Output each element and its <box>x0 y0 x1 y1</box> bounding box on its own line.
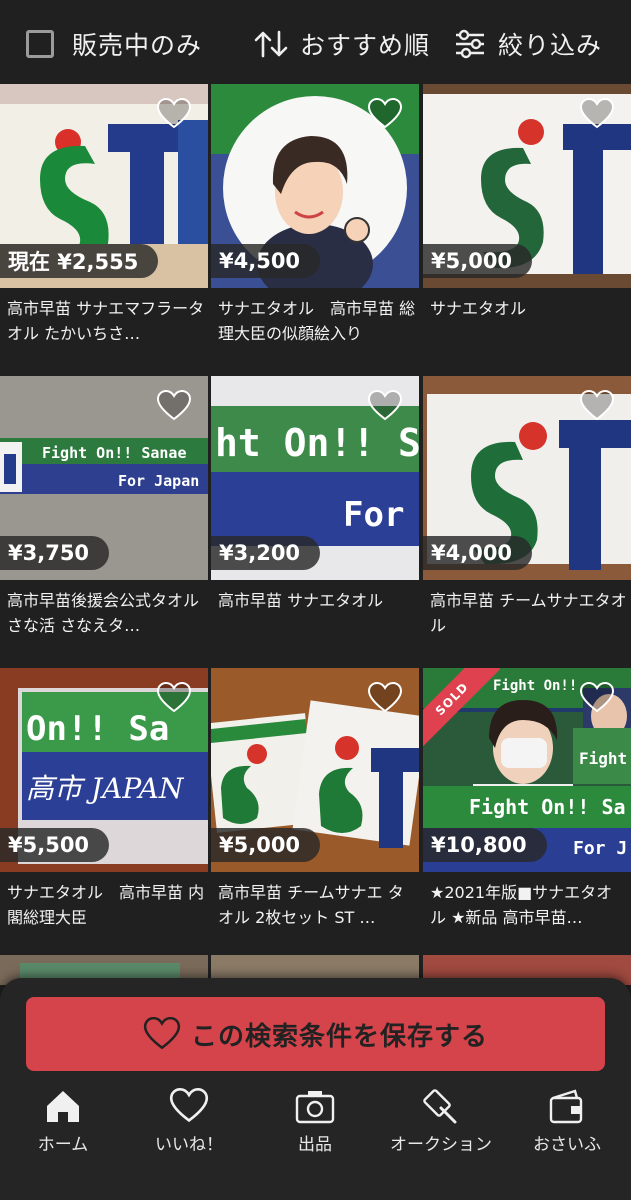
heart-outline-icon <box>579 98 615 129</box>
product-image[interactable]: 現在 ¥2,555 <box>0 84 208 288</box>
product-title: 高市早苗後援会公式タオル さな活 さなえタ… <box>7 591 205 635</box>
product-image[interactable]: ¥5,000 <box>423 84 631 288</box>
price-badge: ¥5,000 <box>423 244 533 278</box>
price-badge: ¥3,750 <box>0 536 110 570</box>
gavel-icon <box>423 1089 457 1124</box>
heart-outline-icon <box>143 1017 181 1050</box>
heart-outline-icon <box>579 390 615 421</box>
price-badge: ¥3,200 <box>211 536 321 570</box>
product-image[interactable]: On!! Sa 高市 JAPAN ¥5,500 <box>0 668 208 872</box>
heart-outline-icon <box>579 682 615 713</box>
nav-item-wallet[interactable]: おさいふ <box>504 1088 630 1155</box>
towel-print: On!! Sa <box>26 709 169 749</box>
product-image[interactable]: Fight On!! Fight On!! Sa For J Fight SOL… <box>423 668 631 872</box>
product-image[interactable]: Fight On!! Sanae For Japan ¥3,750 <box>0 376 208 580</box>
nav-item-likes[interactable]: いいね！ <box>126 1088 252 1155</box>
like-button[interactable] <box>154 96 194 132</box>
nav-label: おさいふ <box>533 1135 601 1155</box>
on-sale-only-checkbox[interactable] <box>26 30 54 58</box>
towel-print: For Japan <box>118 472 199 490</box>
home-icon <box>47 1091 79 1122</box>
towel-print: Fight On!! <box>493 678 577 694</box>
refine-label: 絞り込み <box>498 31 603 60</box>
save-search-label: この検索条件を保存する <box>190 1021 488 1052</box>
product-title: 高市早苗 チームサナエ タオル 2枚セット ST … <box>218 883 404 927</box>
price-badge: ¥5,500 <box>0 828 110 862</box>
heart-outline-icon <box>156 98 192 129</box>
bottom-panel: この検索条件を保存する ホーム いいね！ 出品 オークション おさいふ <box>0 978 631 1200</box>
price-badge: ¥4,000 <box>423 536 533 570</box>
like-button[interactable] <box>365 96 405 132</box>
product-title: サナエタオル 高市早苗 総理大臣の似顔絵入り <box>218 299 416 343</box>
towel-print: 高市 JAPAN <box>26 772 185 805</box>
towel-print: ht On!! Sa <box>215 421 419 465</box>
towel-print: Fight On!! Sanae <box>42 444 187 462</box>
price-badge: ¥4,500 <box>211 244 321 278</box>
refine-button[interactable]: 絞り込み <box>454 26 602 62</box>
heart-outline-icon <box>156 390 192 421</box>
like-button[interactable] <box>577 96 617 132</box>
product-image[interactable]: ¥5,000 <box>211 668 419 872</box>
price-badge: ¥10,800 <box>423 828 547 862</box>
nav-label: 出品 <box>298 1135 332 1155</box>
price-badge: 現在 ¥2,555 <box>0 244 159 278</box>
product-image[interactable]: ht On!! Sa For ¥3,200 <box>211 376 419 580</box>
nav-label: ホーム <box>37 1135 89 1155</box>
filter-bar: 販売中のみ おすすめ順 絞り込み <box>0 0 631 84</box>
towel-print: For <box>343 495 404 535</box>
like-button[interactable] <box>577 680 617 716</box>
like-button[interactable] <box>577 388 617 424</box>
nav-item-auction[interactable]: オークション <box>378 1088 504 1155</box>
product-title: サナエタオル 高市早苗 内閣総理大臣 <box>7 883 205 927</box>
sort-button[interactable]: おすすめ順 <box>254 26 430 62</box>
product-title: サナエタオル <box>430 299 527 318</box>
heart-outline-icon <box>367 98 403 129</box>
product-title: 高市早苗 サナエタオル <box>218 591 384 610</box>
product-image[interactable]: ¥4,500 <box>211 84 419 288</box>
towel-print: Fight On!! Sa <box>469 795 626 819</box>
nav-label: オークション <box>390 1135 492 1155</box>
on-sale-only-toggle[interactable]: 販売中のみ <box>26 26 202 62</box>
camera-icon <box>295 1091 335 1124</box>
product-title: 高市早苗 サナエマフラータオル たかいちさ… <box>7 299 205 343</box>
product-image[interactable]: ¥4,000 <box>423 376 631 580</box>
sort-icon <box>254 30 288 58</box>
on-sale-only-label: 販売中のみ <box>72 31 203 60</box>
product-title: 高市早苗 チームサナエタオル <box>430 591 627 635</box>
nav-item-sell[interactable]: 出品 <box>252 1088 378 1155</box>
heart-outline-icon <box>367 682 403 713</box>
towel-print: For J <box>573 838 627 859</box>
wallet-icon <box>549 1089 583 1124</box>
save-search-button[interactable]: この検索条件を保存する <box>26 997 605 1071</box>
towel-print: Fight <box>579 749 627 768</box>
bottom-nav: ホーム いいね！ 出品 オークション おさいふ <box>0 1088 631 1168</box>
like-button[interactable] <box>365 680 405 716</box>
price-badge: ¥5,000 <box>211 828 321 862</box>
heart-outline-icon <box>367 390 403 421</box>
like-button[interactable] <box>154 388 194 424</box>
nav-item-home[interactable]: ホーム <box>0 1088 126 1155</box>
product-title: ★2021年版■サナエタオル ★新品 高市早苗… <box>430 883 613 927</box>
sliders-icon <box>456 29 484 59</box>
like-button[interactable] <box>154 680 194 716</box>
heart-outline-icon <box>156 682 192 713</box>
heart-icon <box>169 1088 209 1123</box>
sort-label: おすすめ順 <box>300 31 431 60</box>
like-button[interactable] <box>365 388 405 424</box>
nav-label: いいね！ <box>155 1135 223 1155</box>
